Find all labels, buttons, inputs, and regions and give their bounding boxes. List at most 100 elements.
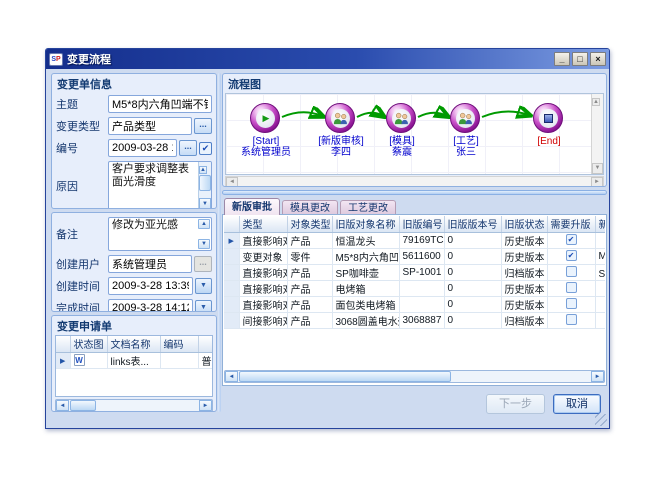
finish-time-dropdown-button[interactable]: ▼ xyxy=(195,300,212,312)
number-label: 编号 xyxy=(56,140,108,156)
col-old-number[interactable]: 旧版编号 xyxy=(399,216,444,232)
footer-buttons: 下一步 取消 xyxy=(486,394,601,414)
scroll-right-icon[interactable]: ► xyxy=(591,371,604,382)
spin-up-icon[interactable]: ▲ xyxy=(198,219,210,229)
scroll-thumb[interactable] xyxy=(239,371,451,382)
scroll-right-icon[interactable]: ► xyxy=(591,177,603,187)
users-icon xyxy=(325,103,355,133)
document-icon: W xyxy=(74,354,85,366)
upgrade-checkbox[interactable] xyxy=(566,266,577,277)
vertical-splitter[interactable] xyxy=(218,73,221,412)
play-icon: ▶ xyxy=(263,114,270,123)
table-row[interactable]: 直接影响对象 产品 电烤箱 0 历史版本 xyxy=(224,280,605,296)
col-old-status[interactable]: 旧版状态 xyxy=(501,216,547,232)
request-grid: 状态图 文档名称 编码 ▶ W links表... 普通 xyxy=(55,335,213,397)
app-logo-icon: SP xyxy=(49,53,63,66)
upgrade-checkbox[interactable] xyxy=(566,314,577,325)
resize-grip[interactable] xyxy=(595,414,607,426)
table-row[interactable]: 间接影响对象 产品 3068圆盖电水壶 3068887 0 归档版本 xyxy=(224,312,605,328)
flow-hscrollbar[interactable]: ◄ ► xyxy=(225,176,604,187)
create-user-input[interactable] xyxy=(108,255,192,273)
create-user-label: 创建用户 xyxy=(56,256,108,272)
change-type-browse-button[interactable]: ... xyxy=(194,118,212,134)
finish-time-label: 完成时间 xyxy=(56,300,108,312)
scroll-thumb[interactable] xyxy=(70,400,96,411)
number-browse-button[interactable]: ... xyxy=(179,140,197,156)
reason-textarea[interactable]: 客户要求调整表面光滑度 ▲ ▼ xyxy=(108,161,212,209)
scroll-up-icon[interactable]: ▲ xyxy=(199,166,207,174)
row-selector-icon: ▶ xyxy=(60,358,65,365)
upgrade-checkbox[interactable]: ✔ xyxy=(566,250,577,261)
spin-down-icon[interactable]: ▼ xyxy=(198,239,210,249)
change-type-input[interactable] xyxy=(108,117,192,135)
flow-node-mold[interactable] xyxy=(386,103,418,135)
reason-scrollbar[interactable]: ▲ ▼ xyxy=(198,162,211,209)
col-new-version[interactable]: 新版 xyxy=(595,216,605,232)
horizontal-splitter[interactable] xyxy=(222,190,607,195)
meta-group: 备注 修改为亚光感 ▲ ▼ 创建用户 ... 创建时间 xyxy=(51,212,217,312)
upgrade-checkbox[interactable]: ✔ xyxy=(566,234,577,245)
subject-input[interactable] xyxy=(108,95,212,113)
scroll-right-icon[interactable]: ► xyxy=(199,400,212,411)
remarks-row: 备注 修改为亚光感 ▲ ▼ xyxy=(52,213,216,253)
change-type-row: 变更类型 ... xyxy=(52,115,216,137)
tab-process-change[interactable]: 工艺更改 xyxy=(340,200,396,215)
create-time-dropdown-button[interactable]: ▼ xyxy=(195,278,212,294)
row-selector-icon: ▶ xyxy=(229,238,234,245)
window-controls: _ □ × xyxy=(554,52,606,66)
table-row[interactable]: 变更对象 零件 M5*8内六角凹... 5611600 0 历史版本 ✔ M5*… xyxy=(224,248,605,264)
flow-canvas[interactable]: ▶ [Start]系统管理员 [新版审核]李四 [模具]蔡震 xyxy=(225,93,604,175)
reason-text: 客户要求调整表面光滑度 xyxy=(112,163,189,188)
table-row[interactable]: ▶ 直接影响对象 产品 恒温龙头 79169TC 0 历史版本 ✔ xyxy=(224,232,605,248)
next-button: 下一步 xyxy=(486,394,545,414)
upgrade-checkbox[interactable] xyxy=(566,298,577,309)
col-need-upgrade[interactable]: 需要升版 xyxy=(547,216,595,232)
scroll-left-icon[interactable]: ◄ xyxy=(226,177,238,187)
col-type[interactable]: 类型 xyxy=(239,216,287,232)
number-checkbox[interactable]: ✔ xyxy=(199,142,212,155)
titlebar[interactable]: SP 变更流程 _ □ × xyxy=(46,49,609,69)
remarks-spinner: ▲ ▼ xyxy=(198,219,210,249)
tab-page: 类型 对象类型 旧版对象名称 旧版编号 旧版版本号 旧版状态 需要升版 新版 ▶… xyxy=(222,214,607,386)
flow-node-start[interactable]: ▶ xyxy=(250,103,282,135)
upgrade-checkbox[interactable] xyxy=(566,282,577,293)
flow-node-review[interactable] xyxy=(325,103,357,135)
table-row[interactable]: 直接影响对象 产品 面包类电烤箱 0 历史版本 xyxy=(224,296,605,312)
reason-label: 原因 xyxy=(56,178,108,194)
subject-label: 主题 xyxy=(56,96,108,112)
create-time-input[interactable] xyxy=(108,277,193,295)
scroll-down-icon[interactable]: ▼ xyxy=(199,198,211,209)
table-row[interactable]: ▶ W links表... 普通 xyxy=(56,352,213,368)
scroll-thumb[interactable] xyxy=(199,175,211,191)
scroll-left-icon[interactable]: ◄ xyxy=(225,371,238,382)
col-doc-name[interactable]: 文档名称 xyxy=(107,336,160,352)
flow-node-end[interactable] xyxy=(533,103,565,135)
scroll-left-icon[interactable]: ◄ xyxy=(56,400,69,411)
scroll-up-icon[interactable]: ▲ xyxy=(592,98,600,106)
screenshot-canvas: { "window": { "title": "变更流程", "logo_s":… xyxy=(0,0,660,477)
tab-new-version-approval[interactable]: 新版审批 xyxy=(224,198,280,215)
change-request-group: 变更申请单 状态图 文档名称 编码 ▶ W links表... 普通 xyxy=(51,315,217,412)
col-old-object-name[interactable]: 旧版对象名称 xyxy=(332,216,399,232)
scroll-down-icon[interactable]: ▼ xyxy=(592,163,603,174)
remarks-textarea[interactable]: 修改为亚光感 ▲ ▼ xyxy=(108,217,212,251)
start-node-icon: ▶ xyxy=(250,103,280,133)
minimize-button[interactable]: _ xyxy=(554,52,570,66)
tab-mold-change[interactable]: 模具更改 xyxy=(282,200,338,215)
number-input[interactable] xyxy=(108,139,177,157)
users-icon xyxy=(450,103,480,133)
approval-hscrollbar[interactable]: ◄ ► xyxy=(224,370,605,383)
col-status-icon[interactable]: 状态图 xyxy=(70,336,107,352)
request-hscrollbar[interactable]: ◄ ► xyxy=(55,399,213,412)
flow-node-process[interactable] xyxy=(450,103,482,135)
finish-time-input[interactable] xyxy=(108,299,193,312)
maximize-button[interactable]: □ xyxy=(572,52,588,66)
flow-vscrollbar[interactable]: ▲ ▼ xyxy=(591,94,603,174)
col-object-type[interactable]: 对象类型 xyxy=(287,216,332,232)
create-user-row: 创建用户 ... xyxy=(52,253,216,275)
cancel-button[interactable]: 取消 xyxy=(553,394,601,414)
col-old-version[interactable]: 旧版版本号 xyxy=(444,216,501,232)
close-button[interactable]: × xyxy=(590,52,606,66)
table-row[interactable]: 直接影响对象 产品 SP咖啡壶 SP-1001 0 归档版本 SP咖 xyxy=(224,264,605,280)
col-code[interactable]: 编码 xyxy=(160,336,198,352)
